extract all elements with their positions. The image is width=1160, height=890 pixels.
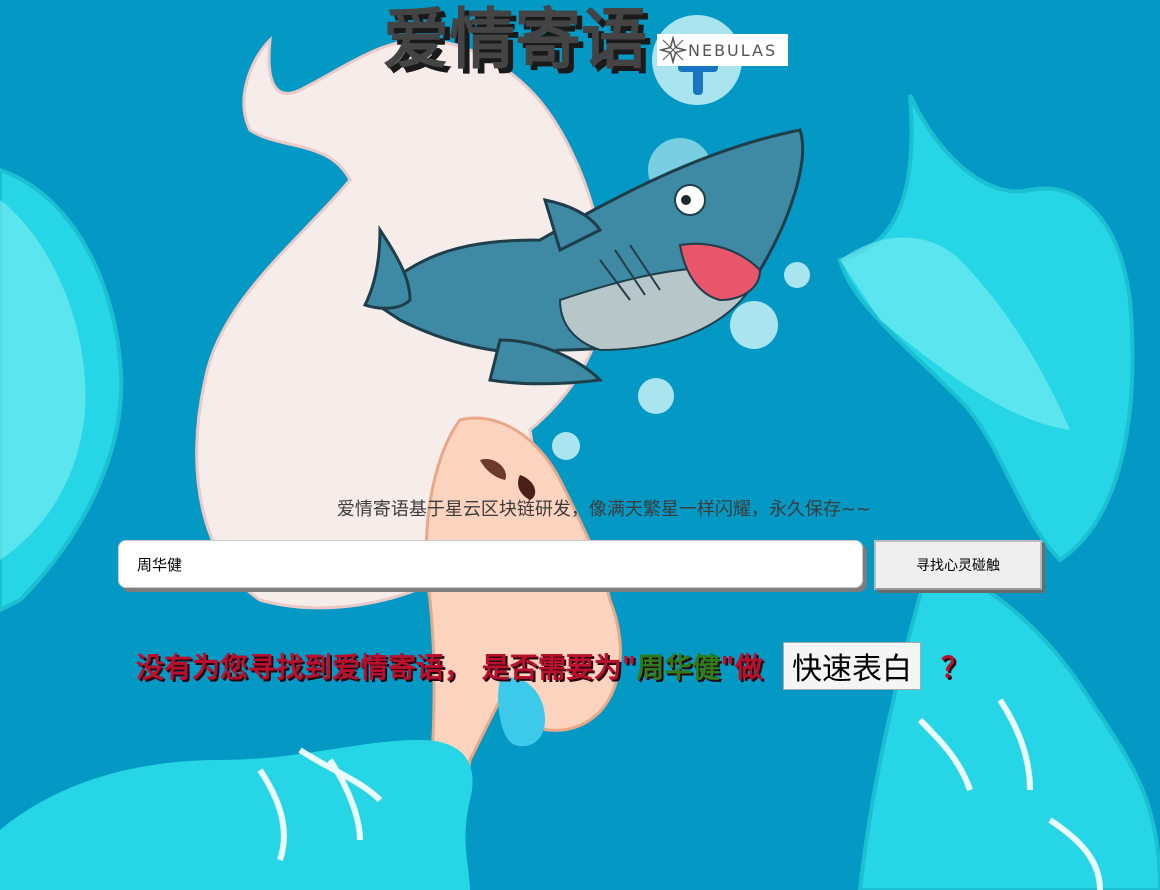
nebulas-logo: NEBULAS bbox=[657, 34, 788, 66]
notice-close-quote: " bbox=[720, 649, 735, 683]
notice-searched-name: 周华健 bbox=[636, 651, 721, 684]
notice-verb: 做 bbox=[734, 651, 763, 684]
not-found-notice: 没有为您寻找到爱情寄语， 是否需要为 " 周华健 " 做 快速表白 ？ bbox=[136, 642, 969, 690]
quick-confession-button[interactable]: 快速表白 bbox=[782, 642, 921, 690]
page-title: 爱情寄语 bbox=[383, 1, 647, 78]
nebulas-logo-text: NEBULAS bbox=[688, 40, 778, 60]
notice-question-mark: ？ bbox=[940, 651, 969, 684]
background-illustration bbox=[0, 15, 1160, 890]
notice-open-quote: " bbox=[621, 649, 637, 683]
search-button[interactable]: 寻找心灵碰触 bbox=[874, 540, 1042, 590]
notice-prefix: 没有为您寻找到爱情寄语， 是否需要为 bbox=[136, 651, 622, 684]
nebulas-star-icon bbox=[659, 36, 687, 64]
subtitle: 爱情寄语基于星云区块链研发，像满天繁星一样闪耀，永久保存~~ bbox=[336, 499, 872, 520]
search-input[interactable] bbox=[118, 540, 863, 588]
